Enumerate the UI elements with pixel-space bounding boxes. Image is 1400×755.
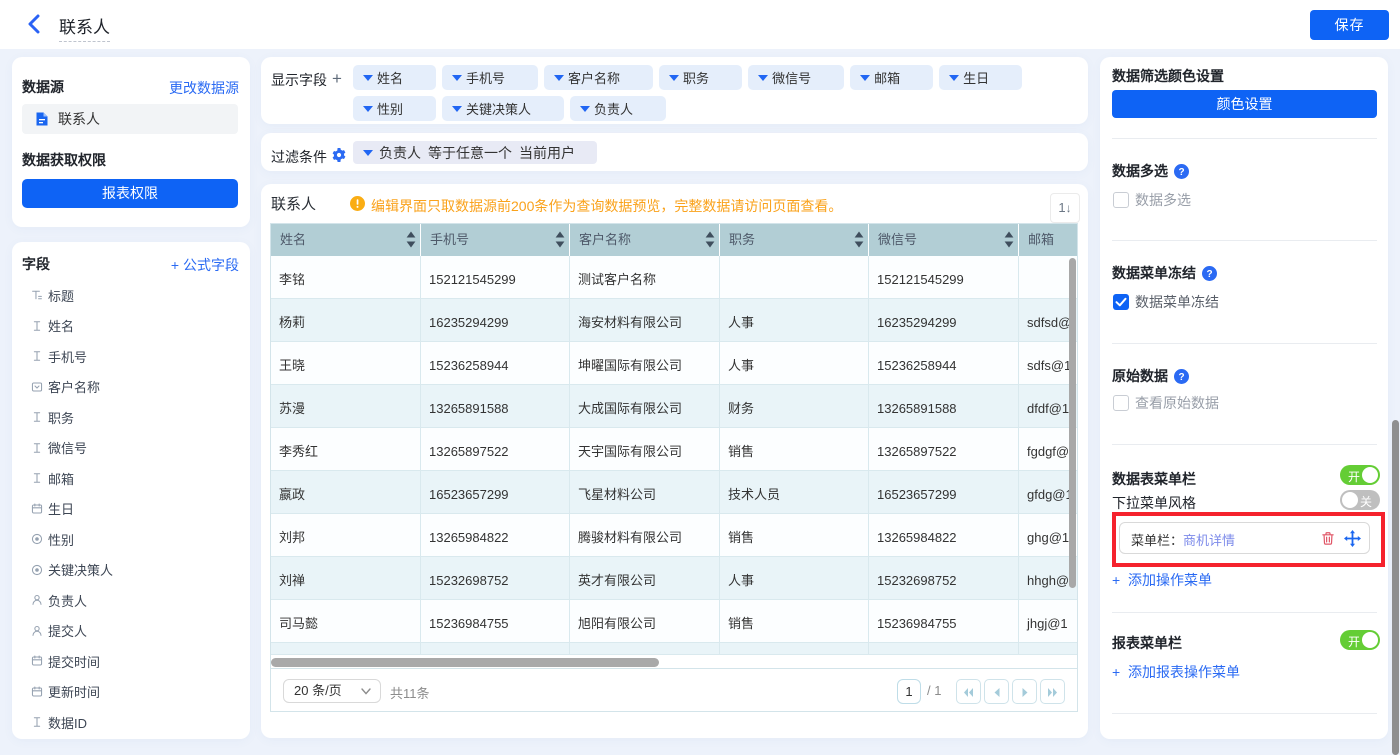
svg-text:?: ?	[1178, 372, 1184, 383]
svg-text:?: ?	[1206, 269, 1212, 280]
svg-text:?: ?	[1178, 167, 1184, 178]
